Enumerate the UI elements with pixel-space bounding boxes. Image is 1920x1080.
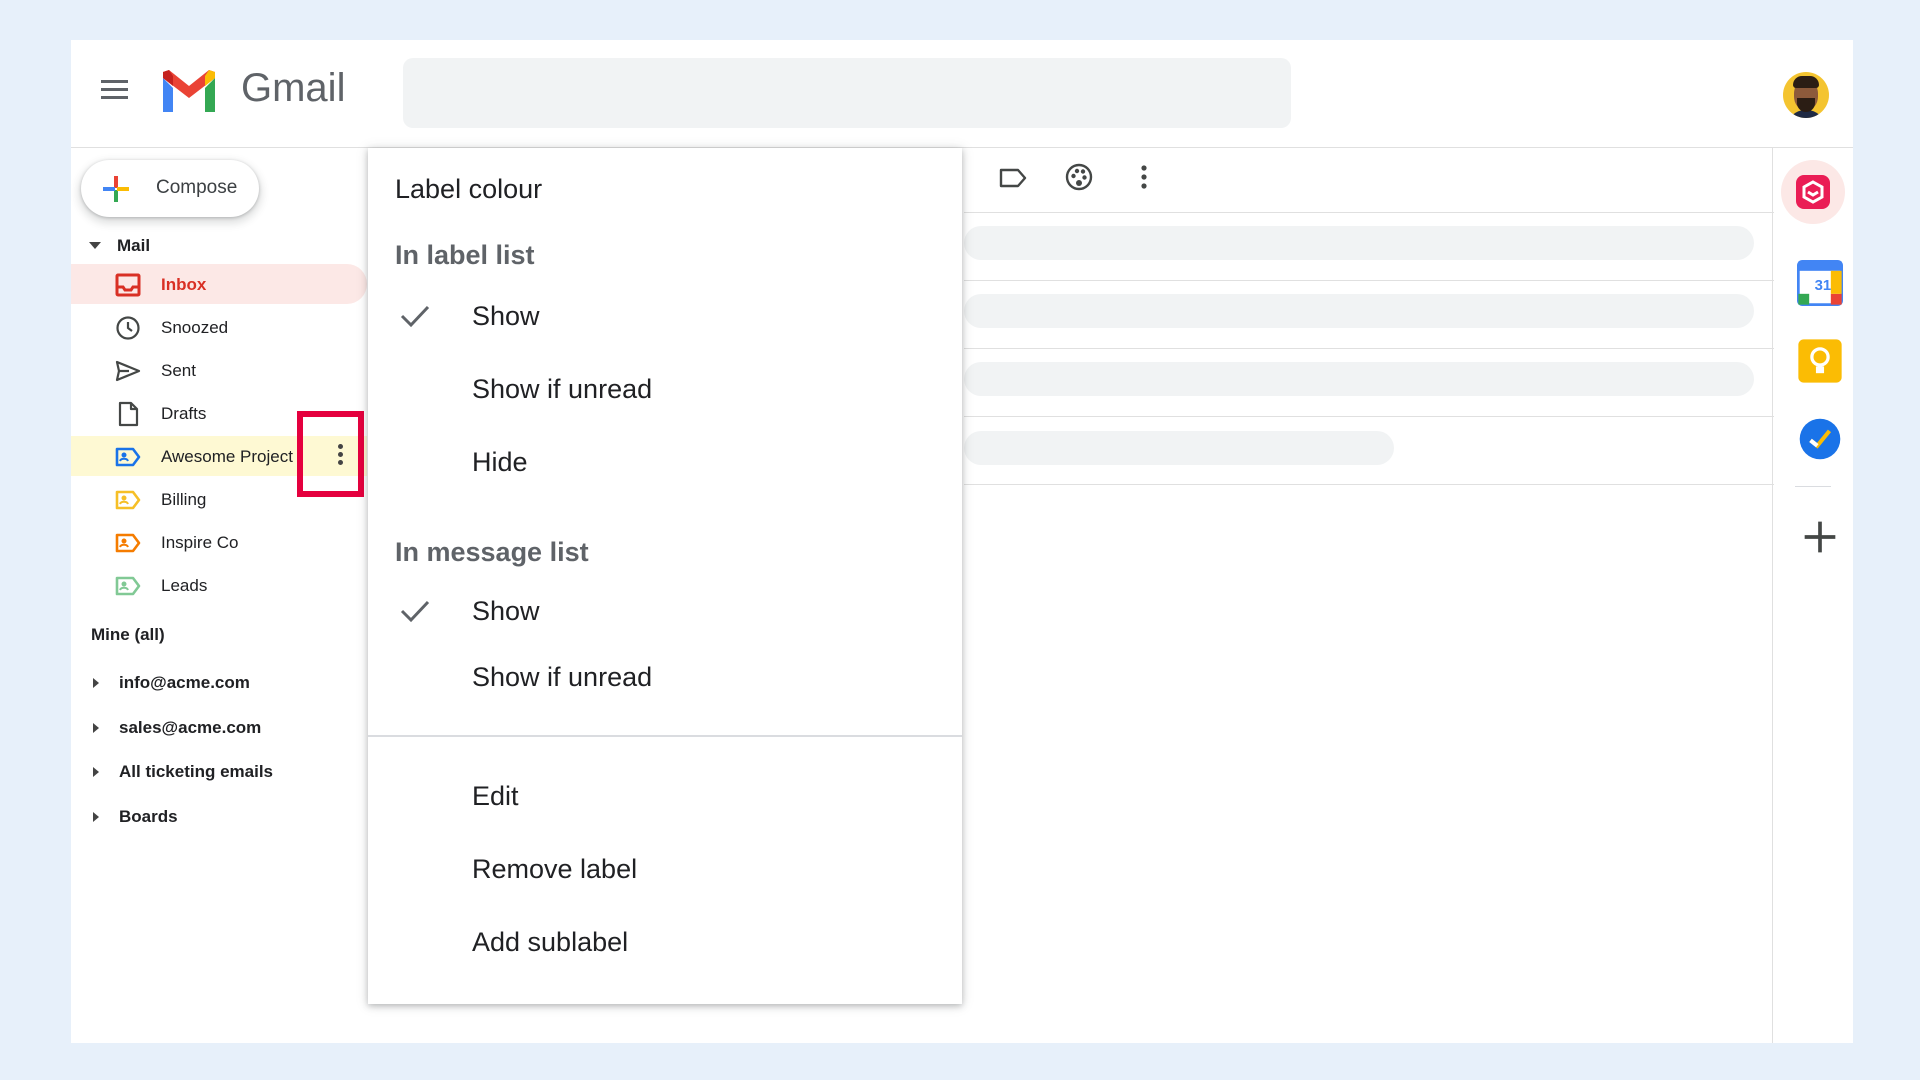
label-list-show-option[interactable]: Show: [368, 287, 962, 345]
compose-button[interactable]: Compose: [81, 160, 259, 217]
label-list-hide-option[interactable]: Hide: [368, 433, 962, 491]
message-list-heading: In message list: [395, 537, 589, 567]
label-icon: [115, 533, 141, 553]
option-label: Add sublabel: [472, 927, 629, 957]
option-label: Show if unread: [472, 662, 653, 692]
sidebar-item-label: Sent: [161, 361, 196, 380]
expand-icon: [93, 723, 99, 733]
option-label: Show: [472, 596, 540, 626]
plus-icon: [103, 176, 129, 202]
account-label: sales@acme.com: [119, 718, 262, 737]
send-icon: [115, 360, 141, 382]
expand-icon: [93, 767, 99, 777]
mine-section-title: Mine (all): [91, 625, 165, 644]
edit-label-option[interactable]: Edit: [368, 767, 962, 825]
divider: [964, 416, 1774, 417]
sidebar-item-label: Awesome Project: [161, 447, 293, 466]
sidebar-item-label: Inspire Co: [161, 533, 239, 552]
draft-icon: [118, 401, 139, 427]
label-as-icon[interactable]: [998, 163, 1028, 193]
svg-text:31: 31: [1815, 278, 1832, 294]
keep-icon[interactable]: [1797, 338, 1843, 384]
option-label: Remove label: [472, 854, 638, 884]
account-label: info@acme.com: [119, 673, 250, 692]
sidebar-item-snoozed[interactable]: Snoozed: [71, 307, 367, 347]
gmail-logo-icon: [163, 70, 215, 112]
gmail-window: Gmail Compose Mail Inbox Snoozed Sent Dr…: [71, 40, 1853, 1043]
side-panel: 31: [1772, 148, 1853, 1043]
sidebar-item-label: Billing: [161, 490, 207, 509]
gmail-brand: Gmail: [241, 66, 346, 110]
divider: [964, 484, 1774, 485]
email-row-placeholder[interactable]: [964, 226, 1754, 260]
hiver-app-icon: [1796, 175, 1830, 209]
sidebar-account-sales[interactable]: sales@acme.com: [71, 714, 361, 744]
divider: [1795, 486, 1831, 487]
sidebar-boards[interactable]: Boards: [71, 803, 361, 833]
add-sublabel-option[interactable]: Add sublabel: [368, 913, 962, 971]
expand-icon: [93, 812, 99, 822]
divider: [964, 212, 1774, 213]
sidebar-item-inbox[interactable]: Inbox: [71, 264, 367, 304]
calendar-icon[interactable]: 31: [1797, 260, 1843, 306]
label-icon: [115, 576, 141, 596]
label-icon: [115, 490, 141, 510]
option-label: Show: [472, 301, 540, 331]
sidebar-item-leads[interactable]: Leads: [71, 565, 367, 605]
label-icon: [115, 447, 141, 467]
sidebar-item-sent[interactable]: Sent: [71, 350, 367, 390]
palette-icon[interactable]: [1064, 162, 1094, 192]
message-list-show-if-unread-option[interactable]: Show if unread: [368, 648, 962, 706]
sidebar-account-info[interactable]: info@acme.com: [71, 669, 361, 699]
mail-section-title: Mail: [117, 236, 151, 255]
avatar[interactable]: [1783, 72, 1829, 118]
divider: [964, 280, 1774, 281]
sidebar-item-label: Drafts: [161, 404, 207, 423]
checkmark-icon: [400, 600, 430, 623]
tasks-icon[interactable]: [1797, 416, 1843, 462]
more-options-icon[interactable]: [1129, 162, 1159, 192]
menu-label-colour[interactable]: Label colour: [395, 174, 542, 205]
label-list-heading: In label list: [395, 240, 535, 270]
divider: [964, 348, 1774, 349]
get-addons-icon[interactable]: [1797, 514, 1843, 560]
sidebar-item-label: Inbox: [161, 275, 207, 294]
sidebar-item-label: Leads: [161, 576, 208, 595]
compose-label: Compose: [156, 177, 238, 198]
sidebar-item-label: Snoozed: [161, 318, 229, 337]
expand-icon: [93, 678, 99, 688]
option-label: Hide: [472, 447, 528, 477]
label-options-menu: Label colour In label list Show Show if …: [368, 148, 962, 1004]
email-row-placeholder[interactable]: [964, 294, 1754, 328]
main-menu-icon[interactable]: [101, 80, 131, 110]
message-list-show-option[interactable]: Show: [368, 582, 962, 640]
account-label: All ticketing emails: [119, 762, 273, 781]
email-row-placeholder[interactable]: [964, 362, 1754, 396]
menu-divider: [368, 735, 962, 737]
mail-collapse-icon[interactable]: [89, 242, 101, 249]
option-label: Show if unread: [472, 374, 653, 404]
sidebar-ticketing-emails[interactable]: All ticketing emails: [71, 758, 361, 788]
remove-label-option[interactable]: Remove label: [368, 840, 962, 898]
sidebar-item-inspire-co[interactable]: Inspire Co: [71, 522, 367, 562]
account-label: Boards: [119, 807, 178, 826]
checkmark-icon: [400, 305, 430, 328]
highlight-box: [297, 411, 364, 497]
top-bar: Gmail: [71, 40, 1853, 148]
email-row-placeholder[interactable]: [964, 431, 1394, 465]
addon-button[interactable]: [1781, 160, 1845, 224]
clock-icon: [116, 316, 140, 340]
search-input[interactable]: [403, 58, 1291, 128]
option-label: Edit: [472, 781, 519, 811]
label-list-show-if-unread-option[interactable]: Show if unread: [368, 360, 962, 418]
inbox-icon: [115, 273, 141, 297]
